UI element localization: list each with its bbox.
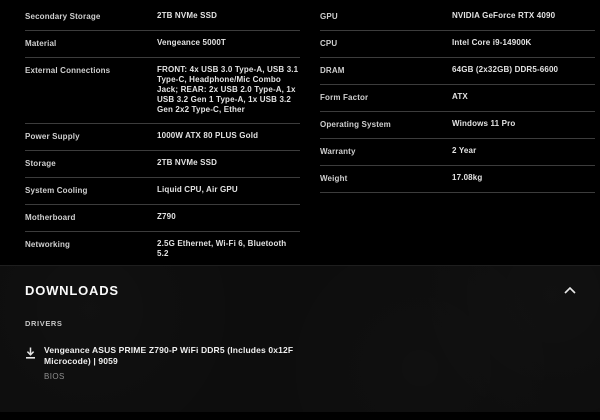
spec-value: Z790 <box>157 212 300 222</box>
spec-row: Secondary Storage 2TB NVMe SSD <box>25 4 300 31</box>
spec-value: Liquid CPU, Air GPU <box>157 185 300 195</box>
download-item[interactable]: Vengeance ASUS PRIME Z790-P WiFi DDR5 (I… <box>25 345 578 381</box>
spec-label: Operating System <box>320 119 452 130</box>
spec-row: Material Vengeance 5000T <box>25 31 300 58</box>
spec-label: GPU <box>320 11 452 22</box>
spec-label: Form Factor <box>320 92 452 103</box>
spec-value: 17.08kg <box>452 173 595 183</box>
download-item-text: Vengeance ASUS PRIME Z790-P WiFi DDR5 (I… <box>44 345 296 381</box>
download-icon <box>25 345 36 364</box>
spec-label: Weight <box>320 173 452 184</box>
spec-value: 1000W ATX 80 PLUS Gold <box>157 131 300 141</box>
download-item-title[interactable]: Vengeance ASUS PRIME Z790-P WiFi DDR5 (I… <box>44 345 296 367</box>
downloads-header: DOWNLOADS <box>25 282 578 298</box>
drivers-group-title: DRIVERS <box>25 319 578 328</box>
spec-value: 2TB NVMe SSD <box>157 11 300 21</box>
download-item-category: BIOS <box>44 372 296 381</box>
product-spec-page: Secondary Storage 2TB NVMe SSD Material … <box>0 0 600 420</box>
spec-label: Material <box>25 38 157 49</box>
spec-value: FRONT: 4x USB 3.0 Type-A, USB 3.1 Type-C… <box>157 65 300 115</box>
spec-row: Networking 2.5G Ethernet, Wi-Fi 6, Bluet… <box>25 232 300 265</box>
spec-row: Operating System Windows 11 Pro <box>320 112 595 139</box>
spec-column-right: GPU NVIDIA GeForce RTX 4090 CPU Intel Co… <box>320 4 595 265</box>
spec-label: Warranty <box>320 146 452 157</box>
download-list: Vengeance ASUS PRIME Z790-P WiFi DDR5 (I… <box>25 345 578 381</box>
spec-value: ATX <box>452 92 595 102</box>
spec-row: CPU Intel Core i9-14900K <box>320 31 595 58</box>
spec-row: Weight 17.08kg <box>320 166 595 193</box>
spec-value: NVIDIA GeForce RTX 4090 <box>452 11 595 21</box>
spec-column-left: Secondary Storage 2TB NVMe SSD Material … <box>25 4 300 265</box>
bottom-strip <box>0 412 600 420</box>
spec-table: Secondary Storage 2TB NVMe SSD Material … <box>0 0 600 265</box>
spec-row: Power Supply 1000W ATX 80 PLUS Gold <box>25 124 300 151</box>
downloads-section: DOWNLOADS DRIVERS <box>0 265 600 412</box>
spec-value: Intel Core i9-14900K <box>452 38 595 48</box>
spec-label: Power Supply <box>25 131 157 142</box>
spec-label: DRAM <box>320 65 452 76</box>
spec-value: 64GB (2x32GB) DDR5-6600 <box>452 65 595 75</box>
spec-row: Warranty 2 Year <box>320 139 595 166</box>
spec-value: 2TB NVMe SSD <box>157 158 300 168</box>
spec-row: Form Factor ATX <box>320 85 595 112</box>
collapse-section-button[interactable] <box>562 282 578 298</box>
spec-row: GPU NVIDIA GeForce RTX 4090 <box>320 4 595 31</box>
spec-label: Secondary Storage <box>25 11 157 22</box>
spec-value: Windows 11 Pro <box>452 119 595 129</box>
spec-label: Storage <box>25 158 157 169</box>
downloads-title: DOWNLOADS <box>25 283 119 298</box>
spec-label: CPU <box>320 38 452 49</box>
spec-label: External Connections <box>25 65 157 76</box>
spec-label: System Cooling <box>25 185 157 196</box>
spec-value: 2.5G Ethernet, Wi-Fi 6, Bluetooth 5.2 <box>157 239 300 259</box>
spec-label: Motherboard <box>25 212 157 223</box>
spec-label: Networking <box>25 239 157 250</box>
chevron-up-icon <box>564 281 576 299</box>
spec-value: 2 Year <box>452 146 595 156</box>
spec-value: Vengeance 5000T <box>157 38 300 48</box>
spec-row: System Cooling Liquid CPU, Air GPU <box>25 178 300 205</box>
spec-row: Storage 2TB NVMe SSD <box>25 151 300 178</box>
spec-row: Motherboard Z790 <box>25 205 300 232</box>
spec-row: External Connections FRONT: 4x USB 3.0 T… <box>25 58 300 124</box>
spec-row: DRAM 64GB (2x32GB) DDR5-6600 <box>320 58 595 85</box>
